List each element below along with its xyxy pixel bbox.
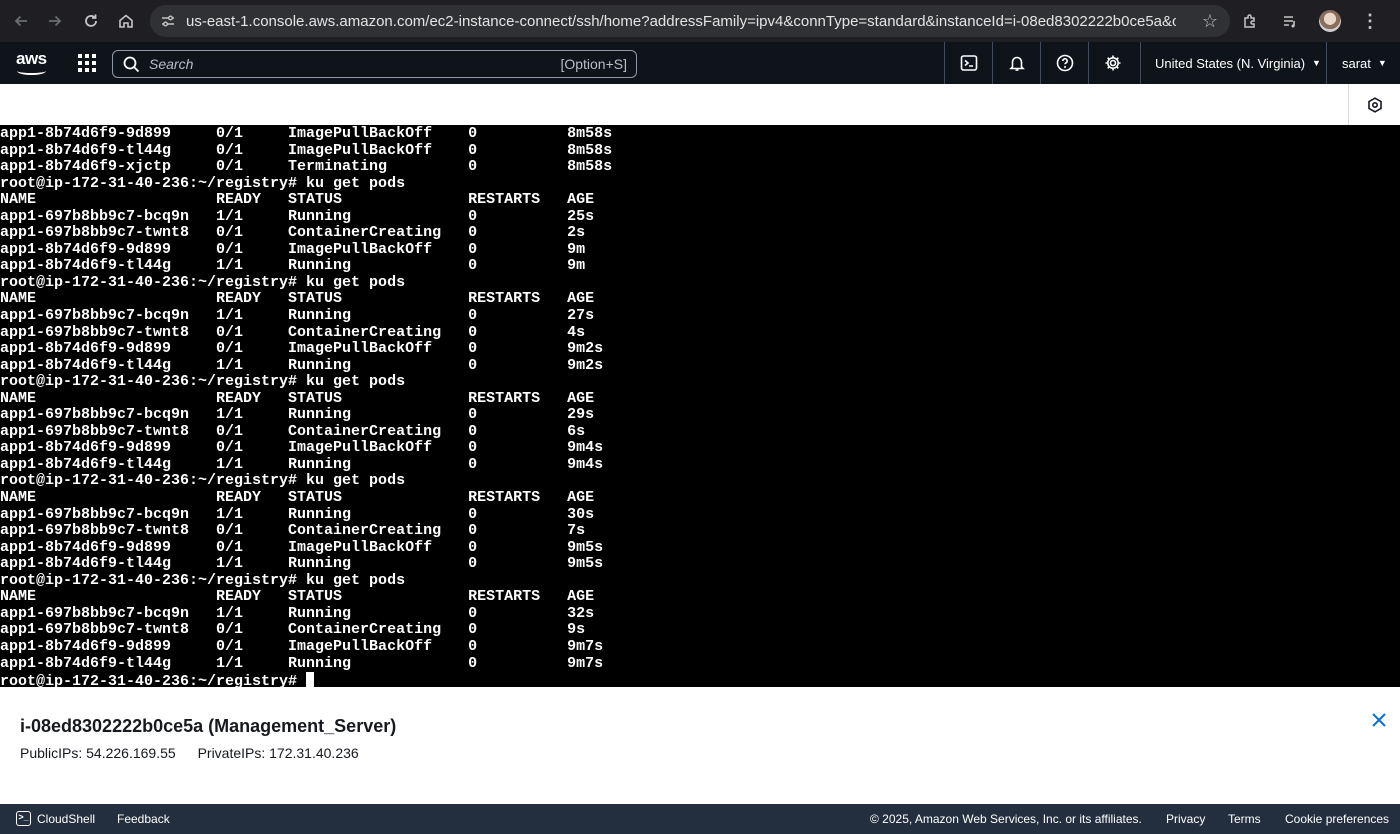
hexagon-settings-icon [1367,96,1382,113]
search-shortcut-hint: [Option+S] [560,56,627,72]
terminal-line: app1-697b8bb9c7-twnt8 0/1 ContainerCreat… [0,323,586,341]
close-icon [1372,713,1386,727]
terminal-line: app1-697b8bb9c7-twnt8 0/1 ContainerCreat… [0,422,586,440]
services-grid-icon[interactable] [78,54,96,72]
help-icon [1056,54,1073,72]
terminal-line: NAME READY STATUS RESTARTS AGE [0,290,595,308]
terminal-prompt: root@ip-172-31-40-236:~/registry# [0,673,307,687]
terminal-line: NAME READY STATUS RESTARTS AGE [0,489,595,507]
site-settings-icon[interactable] [150,13,186,29]
search-icon [113,56,149,73]
terminal-line: root@ip-172-31-40-236:~/registry# ku get… [0,571,406,589]
cookie-preferences-link[interactable]: Cookie preferences [1285,812,1389,826]
console-footer: >_ CloudShell Feedback © 2025, Amazon We… [0,804,1400,834]
help-button[interactable] [1040,42,1088,84]
media-queue-icon[interactable] [1272,6,1308,36]
terminal-line: app1-8b74d6f9-xjctp 0/1 Terminating 0 8m… [0,158,613,176]
terminal-line: app1-8b74d6f9-9d899 0/1 ImagePullBackOff… [0,637,604,655]
browser-menu-icon[interactable]: ⋮ [1352,6,1388,36]
feedback-link[interactable]: Feedback [117,812,170,826]
terminal-line: NAME READY STATUS RESTARTS AGE [0,389,595,407]
terminal-line: app1-697b8bb9c7-twnt8 0/1 ContainerCreat… [0,224,586,242]
caret-down-icon: ▼ [1312,58,1321,68]
terminal-line: app1-697b8bb9c7-bcq9n 1/1 Running 0 27s [0,307,595,325]
terminal-line: app1-8b74d6f9-tl44g 0/1 ImagePullBackOff… [0,141,613,159]
privacy-link[interactable]: Privacy [1166,812,1205,826]
terminal-line: app1-697b8bb9c7-bcq9n 1/1 Running 0 25s [0,207,595,225]
terminal-line: NAME READY STATUS RESTARTS AGE [0,588,595,606]
back-button[interactable] [6,6,36,36]
instance-info-panel: i-08ed8302222b0ce5a (Management_Server) … [0,687,1400,804]
account-menu[interactable]: sarat ▼ [1326,42,1400,84]
reload-icon [85,14,97,27]
terminal-prompt-line[interactable]: root@ip-172-31-40-236:~/registry# [0,672,1400,687]
private-ips: PrivateIPs: 172.31.40.236 [197,745,359,761]
terminal-settings-button[interactable] [1348,84,1400,125]
terminal-line: app1-8b74d6f9-tl44g 1/1 Running 0 9m [0,257,586,275]
arrow-left-icon [14,15,27,27]
username-label: sarat [1342,55,1371,71]
address-bar[interactable]: us-east-1.console.aws.amazon.com/ec2-ins… [150,5,1230,37]
region-selector[interactable]: United States (N. Virginia) ▼ [1140,42,1325,84]
home-button[interactable] [111,6,141,36]
terminal-line: app1-8b74d6f9-tl44g 1/1 Running 0 9m2s [0,356,604,374]
search-input[interactable] [149,56,549,72]
console-search[interactable]: [Option+S] [112,50,637,78]
terminal-line: app1-8b74d6f9-9d899 0/1 ImagePullBackOff… [0,125,613,142]
terminal-line: NAME READY STATUS RESTARTS AGE [0,191,595,209]
browser-toolbar: us-east-1.console.aws.amazon.com/ec2-ins… [0,0,1400,42]
forward-button[interactable] [40,6,70,36]
terminal-line: root@ip-172-31-40-236:~/registry# ku get… [0,472,406,490]
terminal-line: app1-8b74d6f9-tl44g 1/1 Running 0 9m5s [0,555,604,573]
connect-toolbar [0,84,1400,125]
instance-ips: PublicIPs: 54.226.169.55 PrivateIPs: 172… [20,745,377,761]
cloudshell-button[interactable] [944,42,992,84]
terminal-line: app1-697b8bb9c7-twnt8 0/1 ContainerCreat… [0,621,586,639]
terminal-line: app1-8b74d6f9-9d899 0/1 ImagePullBackOff… [0,538,604,556]
notifications-button[interactable] [992,42,1040,84]
bookmark-star-icon[interactable]: ☆ [1202,11,1218,32]
cloudshell-link[interactable]: >_ CloudShell [16,811,95,826]
terminal-line: app1-8b74d6f9-tl44g 1/1 Running 0 9m7s [0,654,604,672]
terminal-line: app1-697b8bb9c7-bcq9n 1/1 Running 0 32s [0,604,595,622]
terminal-line: app1-697b8bb9c7-bcq9n 1/1 Running 0 29s [0,406,595,424]
home-icon [119,14,133,28]
terms-link[interactable]: Terms [1228,812,1261,826]
terminal-line: root@ip-172-31-40-236:~/registry# ku get… [0,273,406,291]
terminal-line: app1-8b74d6f9-9d899 0/1 ImagePullBackOff… [0,240,586,258]
terminal-line: app1-697b8bb9c7-bcq9n 1/1 Running 0 30s [0,505,595,523]
reload-button[interactable] [76,6,106,36]
cloudshell-label: CloudShell [37,811,96,826]
terminal-line: app1-697b8bb9c7-twnt8 0/1 ContainerCreat… [0,522,586,540]
ssh-terminal[interactable]: app1-8b74d6f9-9d899 0/1 ImagePullBackOff… [0,125,1400,687]
close-panel-button[interactable] [1370,711,1388,729]
extensions-icon[interactable] [1232,6,1268,36]
url-text[interactable]: us-east-1.console.aws.amazon.com/ec2-ins… [186,13,1176,30]
copyright-text: © 2025, Amazon Web Services, Inc. or its… [870,812,1142,826]
instance-title: i-08ed8302222b0ce5a (Management_Server) [20,716,397,736]
settings-button[interactable] [1088,42,1136,84]
cloudshell-icon: >_ [16,811,31,826]
caret-down-icon: ▼ [1377,58,1387,68]
region-label: United States (N. Virginia) [1155,55,1306,71]
profile-button[interactable] [1312,6,1348,36]
terminal-line: app1-8b74d6f9-9d899 0/1 ImagePullBackOff… [0,340,604,358]
bell-icon [1008,56,1025,71]
terminal-cursor [306,672,315,687]
public-ips: PublicIPs: 54.226.169.55 [20,745,176,761]
header-icon-group [944,42,1136,84]
arrow-right-icon [49,15,62,27]
avatar [1319,10,1341,32]
gear-icon [1105,55,1120,71]
terminal-line: app1-8b74d6f9-9d899 0/1 ImagePullBackOff… [0,439,604,457]
terminal-line: root@ip-172-31-40-236:~/registry# ku get… [0,174,406,192]
terminal-line: app1-8b74d6f9-tl44g 1/1 Running 0 9m4s [0,455,604,473]
aws-logo[interactable]: aws [16,50,48,76]
terminal-line: root@ip-172-31-40-236:~/registry# ku get… [0,373,406,391]
terminal-icon [960,55,977,71]
